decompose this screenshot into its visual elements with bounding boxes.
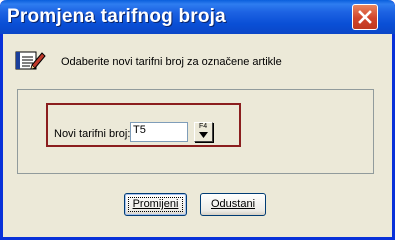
close-icon — [358, 10, 372, 24]
lookup-key-label: F4 — [199, 123, 208, 130]
dialog-window: Promjena tarifnog broja Odaberite novi t… — [0, 0, 395, 240]
notebook-pen-icon — [14, 49, 46, 78]
tariff-number-input[interactable]: T5 — [130, 122, 188, 142]
lookup-button[interactable]: F4 — [194, 122, 213, 142]
confirm-button[interactable]: Promijeni — [124, 193, 187, 216]
window-title: Promjena tarifnog broja — [7, 6, 226, 27]
cancel-button-label: Odustani — [210, 198, 256, 210]
confirm-button-label: Promijeni — [132, 198, 179, 210]
instruction-text: Odaberite novi tarifni broj za označene … — [61, 56, 282, 68]
close-button[interactable] — [352, 4, 378, 30]
title-bar[interactable]: Promjena tarifnog broja — [0, 0, 395, 34]
input-group-box: Novi tarifni broj: T5 F4 — [17, 89, 374, 174]
tariff-number-label: Novi tarifni broj: — [54, 128, 131, 140]
down-arrow-icon — [199, 132, 208, 138]
cancel-button[interactable]: Odustani — [200, 193, 266, 216]
